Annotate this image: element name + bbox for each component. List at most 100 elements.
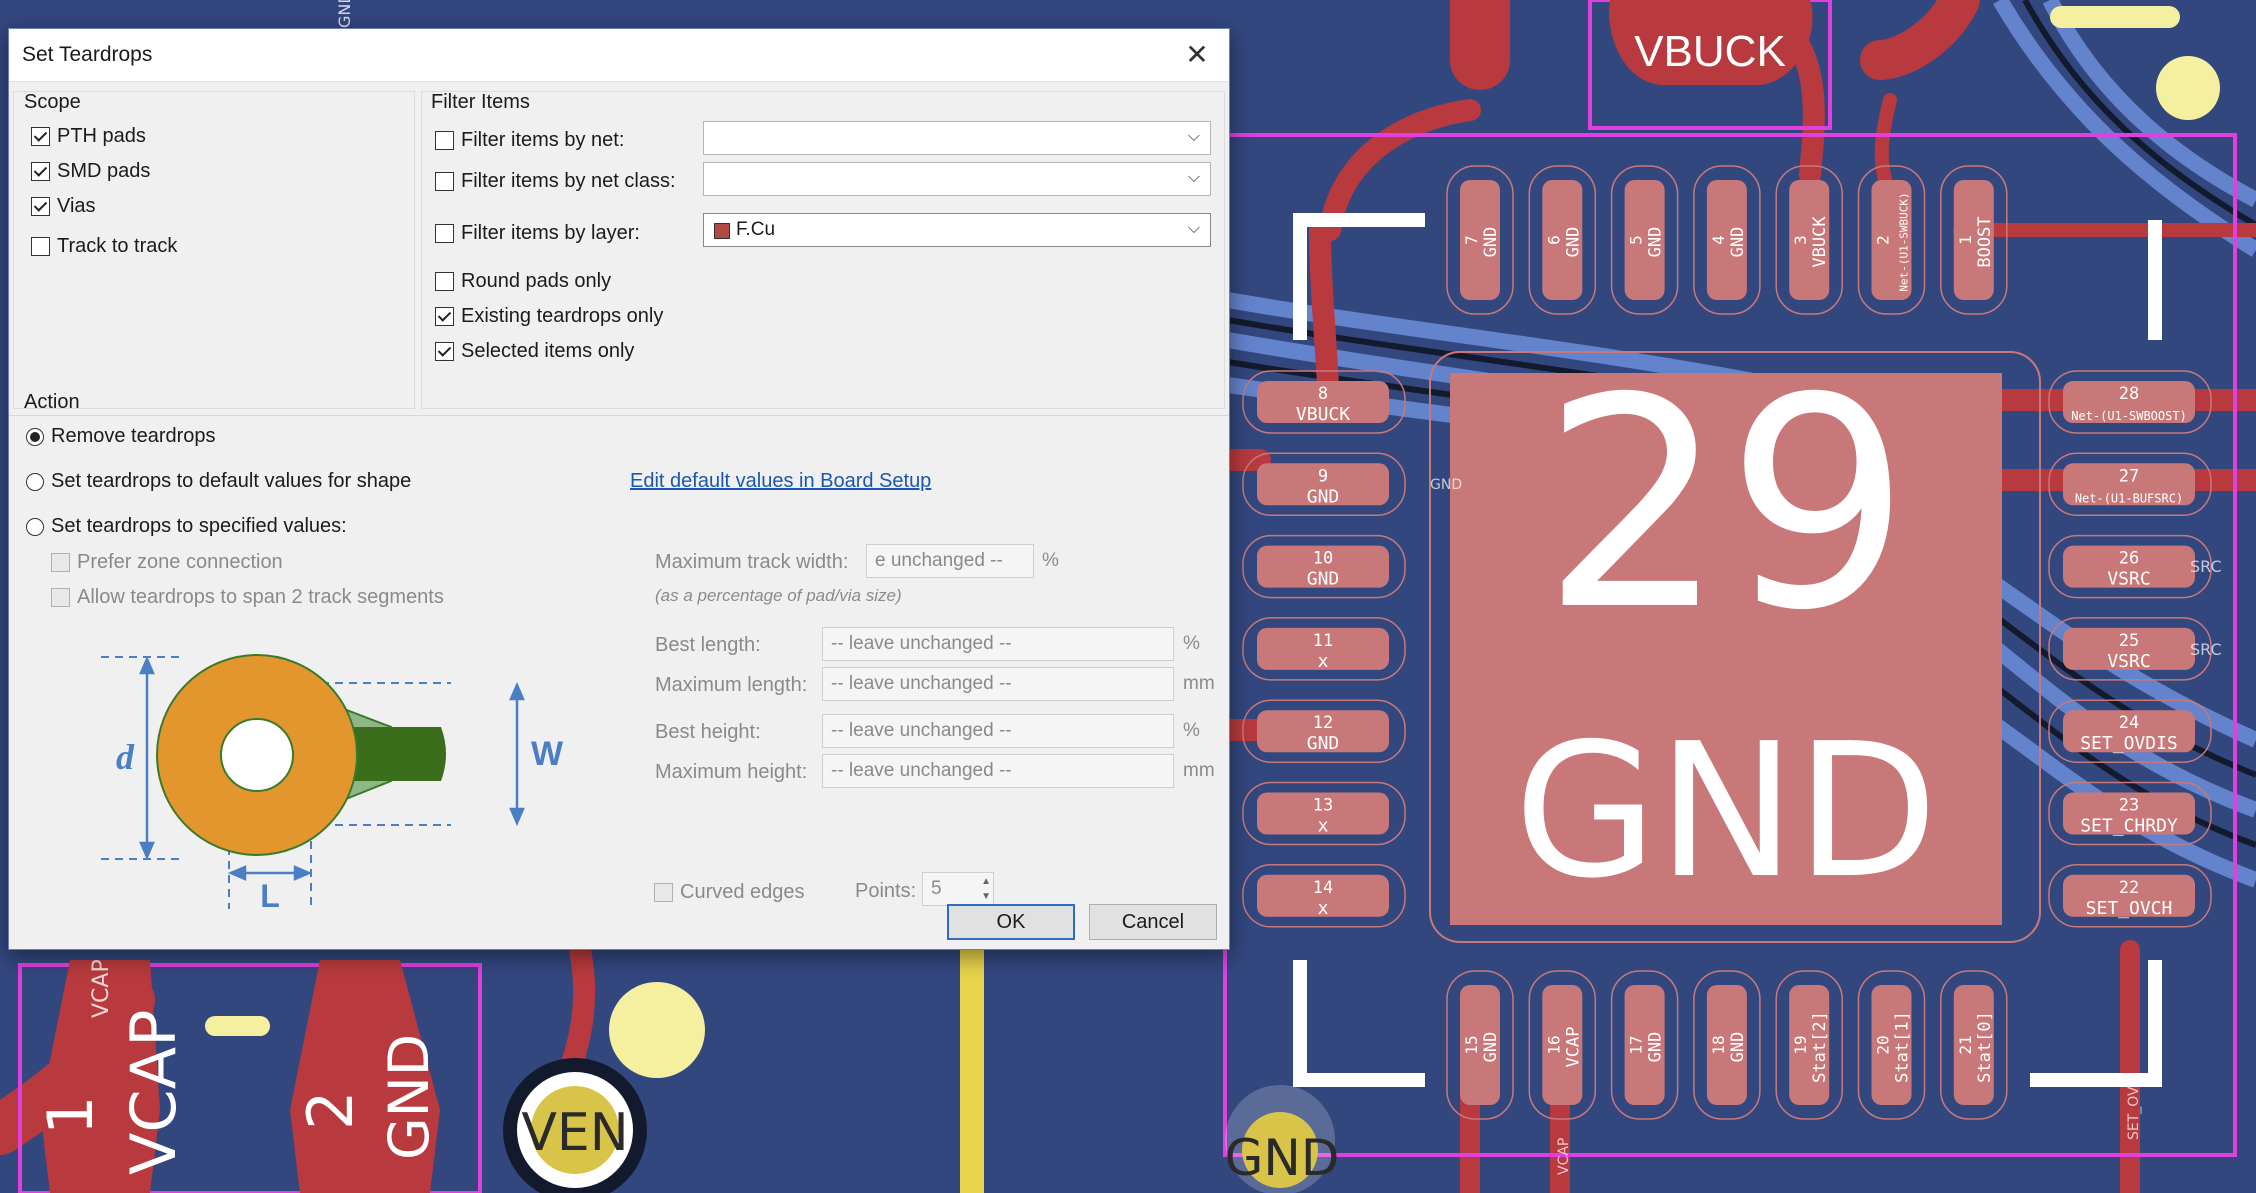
default-values-label: Set teardrops to default values for shap… bbox=[51, 470, 412, 492]
pad-number: 19 bbox=[1791, 1035, 1810, 1054]
round-pads-only-check-icon[interactable] bbox=[435, 272, 454, 291]
allow-span-label: Allow teardrops to span 2 track segments bbox=[77, 586, 444, 608]
max-length-input[interactable]: -- leave unchanged -- bbox=[822, 667, 1174, 701]
silk-gnd-small-left: GND bbox=[1430, 477, 1462, 493]
chevron-down-icon: ⌵ bbox=[1187, 169, 1200, 186]
pad-number: 5 bbox=[1627, 235, 1646, 245]
pad-number: 22 bbox=[2119, 878, 2139, 898]
pad-net: SET_OVDIS bbox=[2080, 733, 2178, 754]
net-class-dropdown[interactable]: ⌵ bbox=[703, 162, 1211, 196]
track-to-track-label: Track to track bbox=[57, 235, 178, 257]
filter-by-net-check-icon[interactable] bbox=[435, 131, 454, 150]
yellow-pad-left bbox=[205, 1016, 270, 1036]
max-height-label: Maximum height: bbox=[655, 761, 808, 783]
pad-net: x bbox=[1318, 898, 1329, 919]
pad-number: 27 bbox=[2119, 466, 2139, 486]
stepper-arrows-icon[interactable]: ▲ ▼ bbox=[981, 874, 991, 904]
pad-number: 24 bbox=[2119, 713, 2139, 733]
smd-pads-checkbox[interactable]: SMD pads bbox=[31, 160, 150, 183]
remove-teardrops-radio[interactable]: Remove teardrops bbox=[26, 425, 216, 448]
specified-values-radio[interactable]: Set teardrops to specified values: bbox=[26, 515, 347, 538]
filter-by-layer-check-icon[interactable] bbox=[435, 224, 454, 243]
percentage-note: (as a percentage of pad/via size) bbox=[655, 586, 902, 605]
pad-net: x bbox=[1318, 816, 1329, 837]
default-values-radio-icon[interactable] bbox=[26, 472, 44, 491]
action-label: Action bbox=[24, 391, 80, 413]
pad-number: 9 bbox=[1318, 466, 1328, 486]
yellow-pad-top bbox=[2050, 6, 2180, 28]
existing-teardrops-only-checkbox[interactable]: Existing teardrops only bbox=[435, 305, 663, 328]
smd-pads-check-icon[interactable] bbox=[31, 162, 50, 181]
net-dropdown[interactable]: ⌵ bbox=[703, 121, 1211, 155]
silk-src-2: SRC bbox=[2190, 640, 2222, 659]
selected-items-only-checkbox[interactable]: Selected items only bbox=[435, 340, 634, 363]
action-separator bbox=[9, 415, 1229, 416]
filter-by-net-checkbox[interactable]: Filter items by net: bbox=[435, 129, 624, 152]
pad-net: Net-(U1-BUFSRC) bbox=[2075, 491, 2183, 505]
vias-checkbox[interactable]: Vias bbox=[31, 195, 96, 218]
allow-span-checkbox[interactable]: Allow teardrops to span 2 track segments bbox=[51, 586, 444, 609]
scope-label: Scope bbox=[24, 91, 81, 113]
filter-by-net-class-checkbox[interactable]: Filter items by net class: bbox=[435, 170, 676, 193]
existing-teardrops-only-check-icon[interactable] bbox=[435, 307, 454, 326]
pad-net: SET_OVCH bbox=[2086, 898, 2173, 919]
vias-check-icon[interactable] bbox=[31, 197, 50, 216]
filter-by-net-class-label: Filter items by net class: bbox=[461, 170, 676, 192]
max-track-width-unit: % bbox=[1042, 550, 1059, 571]
curved-edges-check-icon[interactable] bbox=[654, 883, 673, 902]
pad-number: 14 bbox=[1313, 878, 1333, 898]
pad-number: 25 bbox=[2119, 631, 2139, 651]
selected-items-only-check-icon[interactable] bbox=[435, 342, 454, 361]
edit-default-values-link[interactable]: Edit default values in Board Setup bbox=[630, 470, 931, 493]
round-pads-only-checkbox[interactable]: Round pads only bbox=[435, 270, 611, 293]
silk-vbuck-top: VBUCK bbox=[1634, 27, 1786, 76]
big-pad-2-net: GND bbox=[377, 1034, 441, 1160]
remove-teardrops-radio-icon[interactable] bbox=[26, 427, 44, 446]
pad-net: Net-(U1-SWBOOST) bbox=[2071, 409, 2187, 423]
max-track-width-input[interactable]: e unchanged -- bbox=[866, 544, 1034, 578]
filter-by-net-class-check-icon[interactable] bbox=[435, 172, 454, 191]
allow-span-check-icon[interactable] bbox=[51, 588, 70, 607]
silk-vcap-small: VCAP bbox=[89, 959, 114, 1018]
big-pad-2-number: 2 bbox=[294, 1091, 367, 1130]
diagram-l-label: L bbox=[260, 878, 280, 914]
pad-net: GND bbox=[1728, 1032, 1748, 1063]
filter-by-layer-label: Filter items by layer: bbox=[461, 222, 640, 244]
track-to-track-check-icon[interactable] bbox=[31, 237, 50, 256]
curved-edges-checkbox[interactable]: Curved edges bbox=[654, 881, 805, 904]
pad-net: VSRC bbox=[2107, 569, 2150, 590]
best-height-input[interactable]: -- leave unchanged -- bbox=[822, 714, 1174, 748]
pad-net: Net-(U1-SWBUCK) bbox=[1898, 192, 1911, 291]
default-values-radio[interactable]: Set teardrops to default values for shap… bbox=[26, 470, 411, 493]
layer-dropdown[interactable]: F.Cu ⌵ bbox=[703, 213, 1211, 247]
max-length-unit: mm bbox=[1183, 673, 1215, 694]
close-icon[interactable]: ✕ bbox=[1177, 35, 1217, 75]
filter-items-label: Filter Items bbox=[431, 91, 530, 113]
ok-button[interactable]: OK bbox=[947, 904, 1075, 940]
max-height-input[interactable]: -- leave unchanged -- bbox=[822, 754, 1174, 788]
specified-values-radio-icon[interactable] bbox=[26, 517, 44, 536]
big-pad-1-number: 1 bbox=[34, 1096, 107, 1135]
track-to-track-checkbox[interactable]: Track to track bbox=[31, 235, 177, 258]
pth-pads-check-icon[interactable] bbox=[31, 127, 50, 146]
pad-net: Stat[1] bbox=[1893, 1011, 1913, 1083]
prefer-zone-check-icon[interactable] bbox=[51, 553, 70, 572]
pad-net: GND bbox=[1728, 227, 1748, 258]
pad-net: VBUCK bbox=[1810, 216, 1830, 268]
pad-number: 21 bbox=[1956, 1035, 1975, 1054]
best-height-label: Best height: bbox=[655, 721, 761, 743]
pad-net: VSRC bbox=[2107, 651, 2150, 672]
silk-gnd-rot-top: GND bbox=[335, 0, 354, 28]
pth-pads-checkbox[interactable]: PTH pads bbox=[31, 125, 146, 148]
pad-net: GND bbox=[1481, 1032, 1501, 1063]
cancel-button[interactable]: Cancel bbox=[1089, 904, 1217, 940]
filter-by-layer-checkbox[interactable]: Filter items by layer: bbox=[435, 222, 640, 245]
title-bar[interactable]: Set Teardrops ✕ bbox=[9, 29, 1229, 82]
pad-net: GND bbox=[1646, 1032, 1666, 1063]
prefer-zone-checkbox[interactable]: Prefer zone connection bbox=[51, 551, 283, 574]
pad-number: 15 bbox=[1462, 1035, 1481, 1054]
pad-net: GND bbox=[1307, 486, 1340, 507]
points-stepper[interactable]: 5 ▲ ▼ bbox=[922, 872, 994, 906]
pad-net: GND bbox=[1563, 227, 1583, 258]
best-length-input[interactable]: -- leave unchanged -- bbox=[822, 627, 1174, 661]
